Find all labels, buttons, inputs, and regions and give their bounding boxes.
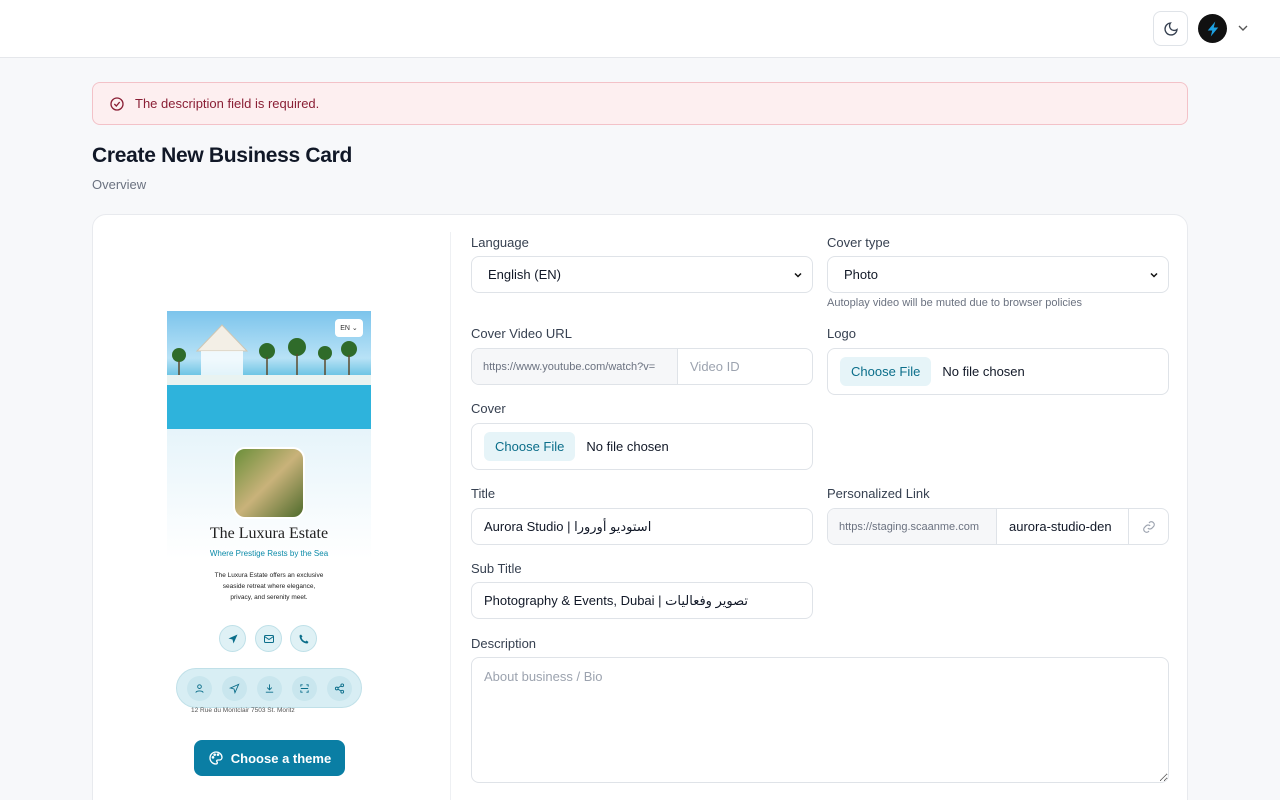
preview-phone-button [290, 625, 317, 652]
choose-theme-button[interactable]: Choose a theme [194, 740, 345, 776]
dark-mode-toggle[interactable] [1153, 11, 1188, 46]
page-subtitle: Overview [92, 177, 147, 192]
cover-video-label: Cover Video URL [471, 326, 572, 341]
column-divider [450, 232, 451, 800]
user-avatar[interactable] [1198, 14, 1227, 43]
logo-file-input[interactable]: Choose File No file chosen [827, 348, 1169, 395]
personalized-link-input[interactable]: aurora-studio-den [997, 509, 1129, 544]
cover-type-select[interactable]: Photo [827, 256, 1169, 293]
title-input[interactable]: Aurora Studio | استوديو أورورا [471, 508, 813, 545]
logo-file-status: No file chosen [942, 364, 1025, 379]
copy-link-button[interactable] [1129, 509, 1168, 544]
cover-file-input[interactable]: Choose File No file chosen [471, 423, 813, 470]
personalized-link-group: https://staging.scaanme.com aurora-studi… [827, 508, 1169, 545]
navigation-icon [228, 634, 237, 643]
download-icon [265, 684, 274, 693]
preview-email-button [255, 625, 282, 652]
preview-share-button [327, 676, 352, 701]
palette-icon [209, 751, 223, 765]
description-textarea[interactable] [471, 657, 1169, 783]
preview-logo [233, 447, 305, 519]
card-preview: EN ⌄ The Luxura Estate Where Prestige Re… [167, 311, 371, 717]
preview-address: 12 Rue du Montclair 7503 St. Moritz [191, 707, 295, 714]
cover-image: EN ⌄ [167, 311, 371, 429]
user-icon [195, 684, 204, 693]
top-bar [0, 0, 1280, 58]
preview-subtitle: Where Prestige Rests by the Sea [209, 549, 329, 558]
logo-label: Logo [827, 326, 856, 341]
language-label: Language [471, 235, 529, 250]
link-icon [1142, 520, 1155, 533]
cover-type-label: Cover type [827, 235, 890, 250]
language-select[interactable]: English (EN) [471, 256, 813, 293]
error-alert: The description field is required. [92, 82, 1188, 125]
cover-file-status: No file chosen [586, 439, 669, 454]
mail-icon [263, 634, 274, 643]
preview-description: The Luxura Estate offers an exclusive se… [214, 572, 324, 601]
preview-language-chip: EN ⌄ [335, 319, 363, 337]
page-title: Create New Business Card [92, 144, 353, 167]
video-id-input[interactable]: Video ID [678, 349, 740, 384]
title-label: Title [471, 486, 496, 501]
sub-title-input[interactable]: Photography & Events, Dubai | تصوير وفعا… [471, 582, 813, 619]
description-label: Description [471, 636, 537, 651]
chevron-down-icon[interactable] [1235, 20, 1251, 36]
alert-message: The description field is required. [135, 96, 320, 111]
cover-video-group: https://www.youtube.com/watch?v= Video I… [471, 348, 813, 385]
chevron-down-icon [794, 272, 802, 278]
preview-contact-button [187, 676, 212, 701]
bolt-logo-icon [1207, 21, 1218, 36]
check-circle-icon [110, 96, 124, 111]
moon-icon [1163, 21, 1178, 36]
cover-label: Cover [471, 401, 506, 416]
share-icon [334, 683, 345, 694]
personalized-link-label: Personalized Link [827, 486, 930, 501]
preview-action-bar [176, 668, 362, 708]
personalized-link-prefix: https://staging.scaanme.com [828, 509, 997, 544]
cover-video-prefix: https://www.youtube.com/watch?v= [472, 349, 678, 384]
preview-send-button [222, 676, 247, 701]
sub-title-label: Sub Title [471, 561, 522, 576]
cover-choose-file-button[interactable]: Choose File [484, 432, 576, 461]
send-icon [229, 683, 240, 694]
preview-title: The Luxura Estate [209, 525, 329, 542]
preview-download-button [257, 676, 282, 701]
logo-choose-file-button[interactable]: Choose File [840, 357, 932, 386]
preview-scan-button [292, 676, 317, 701]
chevron-down-icon [1150, 272, 1158, 278]
preview-location-button [219, 625, 246, 652]
phone-icon [299, 634, 308, 643]
cover-type-hint: Autoplay video will be muted due to brow… [827, 297, 1082, 309]
scan-icon [300, 684, 309, 693]
